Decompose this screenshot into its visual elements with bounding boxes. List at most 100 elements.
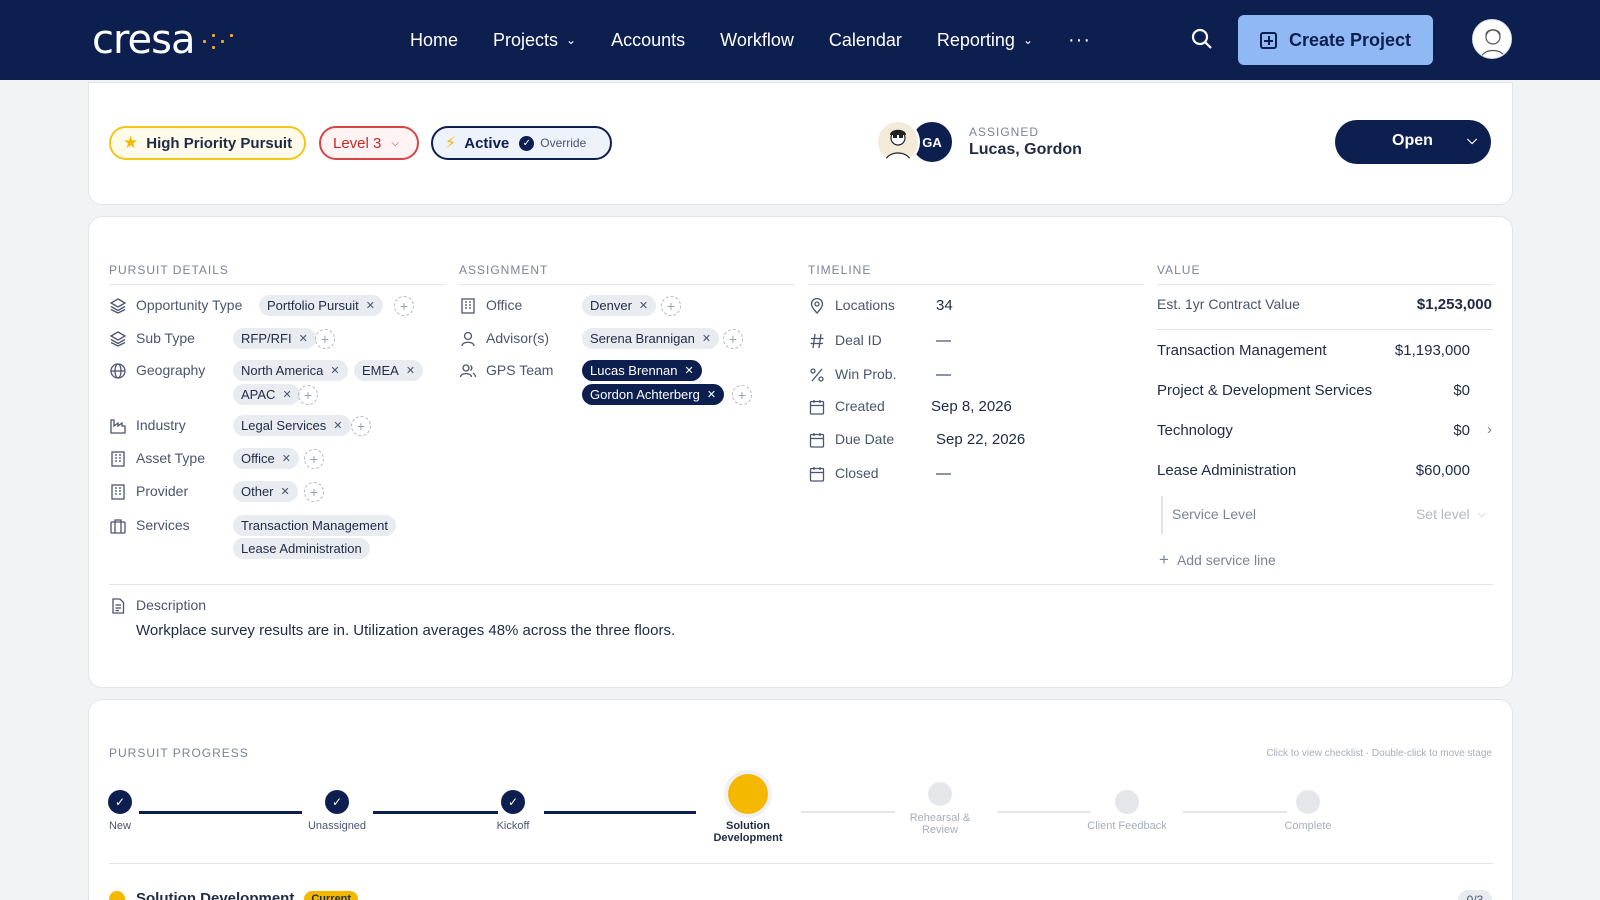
plus-square-icon xyxy=(1259,31,1277,49)
nav-home-label: Home xyxy=(410,29,459,50)
top-nav: cresa Home Projects ⌄ Accounts Workflow C… xyxy=(0,0,1600,80)
assigned-avatars[interactable]: GA xyxy=(876,120,958,166)
description-text[interactable]: Workplace survey results are in. Utiliza… xyxy=(136,622,675,639)
stage-dot xyxy=(1115,790,1139,814)
current-stage-row[interactable]: Solution Development Current xyxy=(109,890,359,900)
chip-opportunity-type[interactable]: Portfolio Pursuit ✕ xyxy=(259,295,383,316)
services-row: Services xyxy=(109,517,190,535)
chip-label: Gordon Achterberg xyxy=(590,387,700,402)
stage-complete[interactable]: Complete xyxy=(1253,790,1363,832)
check-icon: ✓ xyxy=(325,790,349,814)
stage-rehearsal-review[interactable]: Rehearsal & Review xyxy=(885,782,995,836)
sub-type-label: Sub Type xyxy=(136,330,195,346)
user-icon xyxy=(461,331,475,347)
stage-name: Complete xyxy=(1284,820,1332,832)
user-avatar-icon xyxy=(1480,29,1506,58)
chip-sub-type[interactable]: RFP/RFI ✕ xyxy=(233,328,316,349)
chip-gps-member[interactable]: Gordon Achterberg ✕ xyxy=(582,384,725,405)
close-icon[interactable]: ✕ xyxy=(702,332,711,345)
add-industry-button[interactable]: + xyxy=(351,416,371,436)
close-icon[interactable]: ✕ xyxy=(707,388,716,401)
sub-type-row: Sub Type xyxy=(109,330,195,348)
created-value: Sep 8, 2026 xyxy=(931,398,1012,415)
description-row: Description xyxy=(109,597,206,615)
pursuit-details-heading: PURSUIT DETAILS xyxy=(109,263,445,285)
priority-pill[interactable]: ★ High Priority Pursuit xyxy=(109,126,306,160)
chip-office[interactable]: Denver ✕ xyxy=(582,295,657,316)
chip-label: Denver xyxy=(590,298,632,313)
geography-row: Geography xyxy=(109,362,205,380)
add-asset-type-button[interactable]: + xyxy=(304,449,324,469)
more-menu-icon[interactable]: ··· xyxy=(1068,29,1091,52)
progress-hint: Click to view checklist · Double-click t… xyxy=(1266,748,1492,759)
add-gps-member-button[interactable]: + xyxy=(732,385,752,405)
close-icon[interactable]: ✕ xyxy=(282,452,291,465)
cresa-logo[interactable]: cresa xyxy=(92,17,236,63)
nav-projects[interactable]: Projects ⌄ xyxy=(493,30,576,51)
nav-workflow[interactable]: Workflow xyxy=(720,30,794,51)
stage-client-feedback[interactable]: Client Feedback xyxy=(1072,790,1182,832)
deal-id-value: — xyxy=(936,332,951,349)
add-service-line-button[interactable]: + Add service line xyxy=(1159,550,1276,570)
close-icon[interactable]: ✕ xyxy=(639,299,648,312)
stage-solution-development[interactable]: Solution Development xyxy=(693,774,803,844)
add-sub-type-button[interactable]: + xyxy=(315,329,335,349)
level-dropdown[interactable]: Level 3 ⌵ xyxy=(319,126,419,160)
stage-dot xyxy=(1296,790,1320,814)
gps-team-row: GPS Team xyxy=(459,362,553,380)
chip-geography[interactable]: APAC ✕ xyxy=(233,384,300,405)
geography-label: Geography xyxy=(136,362,206,378)
chevron-right-icon[interactable]: › xyxy=(1487,421,1492,438)
created-label: Created xyxy=(835,398,885,414)
chip-gps-member[interactable]: Lucas Brennan ✕ xyxy=(582,360,702,381)
active-status-pill[interactable]: ⚡ Active ✓ Override xyxy=(431,126,612,160)
close-icon[interactable]: ✕ xyxy=(330,364,339,377)
stage-kickoff[interactable]: ✓ Kickoff xyxy=(483,790,543,832)
close-icon[interactable]: ✕ xyxy=(299,332,308,345)
close-icon[interactable]: ✕ xyxy=(333,419,342,432)
chip-asset-type[interactable]: Office ✕ xyxy=(233,448,299,469)
nav-reporting[interactable]: Reporting ⌄ xyxy=(937,30,1033,51)
close-icon[interactable]: ✕ xyxy=(282,388,291,401)
open-label: Open xyxy=(1392,132,1433,149)
override-toggle[interactable]: ✓ Override xyxy=(519,135,586,151)
building-icon xyxy=(111,484,125,500)
add-advisor-button[interactable]: + xyxy=(723,329,743,349)
industry-row: Industry xyxy=(109,417,186,435)
service-level-select[interactable]: Set level ⌵ xyxy=(1416,506,1486,522)
chevron-down-icon: ⌵ xyxy=(1467,132,1477,147)
close-icon[interactable]: ✕ xyxy=(281,485,290,498)
chip-geography[interactable]: EMEA ✕ xyxy=(354,360,424,381)
close-icon[interactable]: ✕ xyxy=(406,364,415,377)
chip-provider[interactable]: Other ✕ xyxy=(233,481,298,502)
chip-service[interactable]: Lease Administration xyxy=(233,538,370,559)
stage-name: Solution Development xyxy=(713,820,783,844)
star-icon: ★ xyxy=(123,133,139,152)
add-provider-button[interactable]: + xyxy=(304,482,324,502)
search-icon[interactable] xyxy=(1190,27,1214,51)
open-status-dropdown[interactable]: Open ⌵ xyxy=(1335,120,1491,164)
chip-advisor[interactable]: Serena Brannigan ✕ xyxy=(582,328,720,349)
close-icon[interactable]: ✕ xyxy=(684,364,693,377)
add-office-button[interactable]: + xyxy=(661,296,681,316)
chip-geography[interactable]: North America ✕ xyxy=(233,360,348,381)
user-avatar[interactable] xyxy=(1472,19,1512,59)
create-project-button[interactable]: Create Project xyxy=(1238,15,1433,65)
nav-calendar[interactable]: Calendar xyxy=(829,30,902,51)
close-icon[interactable]: ✕ xyxy=(366,299,375,312)
service-line-label: Lease Administration xyxy=(1157,462,1297,479)
progress-card: PURSUIT PROGRESS Click to view checklist… xyxy=(88,699,1513,900)
chip-label: Office xyxy=(241,451,275,466)
nav-home[interactable]: Home xyxy=(410,30,458,51)
service-line-label[interactable]: Technology xyxy=(1157,422,1233,439)
stage-unassigned[interactable]: ✓ Unassigned xyxy=(292,790,382,832)
stage-new[interactable]: ✓ New xyxy=(100,790,140,832)
add-opportunity-type-button[interactable]: + xyxy=(394,296,414,316)
chip-industry[interactable]: Legal Services ✕ xyxy=(233,415,351,436)
add-geography-button[interactable]: + xyxy=(298,385,318,405)
layers-icon xyxy=(109,298,127,314)
service-line-label: Transaction Management xyxy=(1157,342,1327,359)
chip-service[interactable]: Transaction Management xyxy=(233,515,396,536)
nav-accounts[interactable]: Accounts xyxy=(611,30,685,51)
stage-name: Unassigned xyxy=(307,820,367,832)
